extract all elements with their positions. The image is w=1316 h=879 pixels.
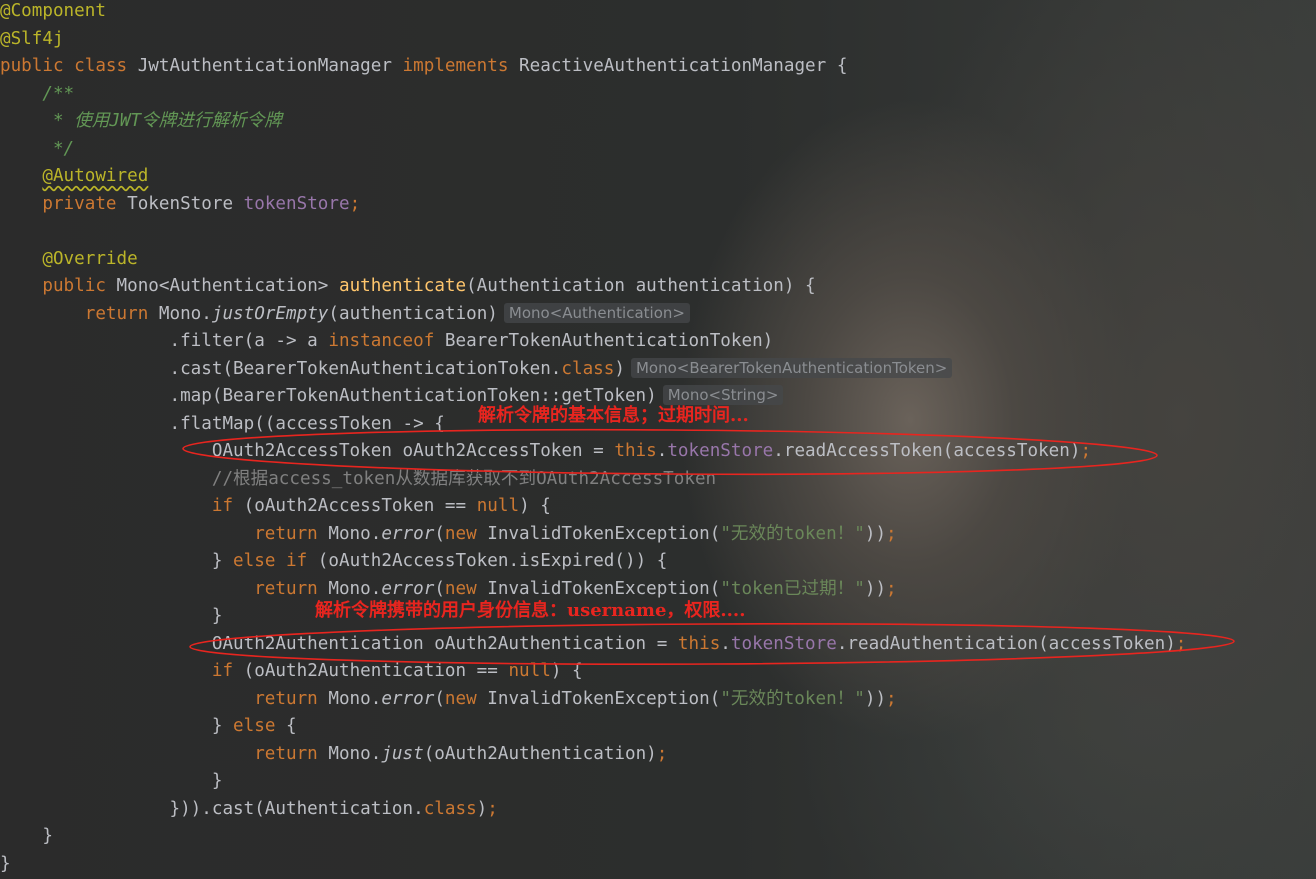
annotation-ellipses [182,428,1235,665]
ellipse-read-authentication [189,623,1235,665]
ellipse-read-access-token [182,428,1158,476]
